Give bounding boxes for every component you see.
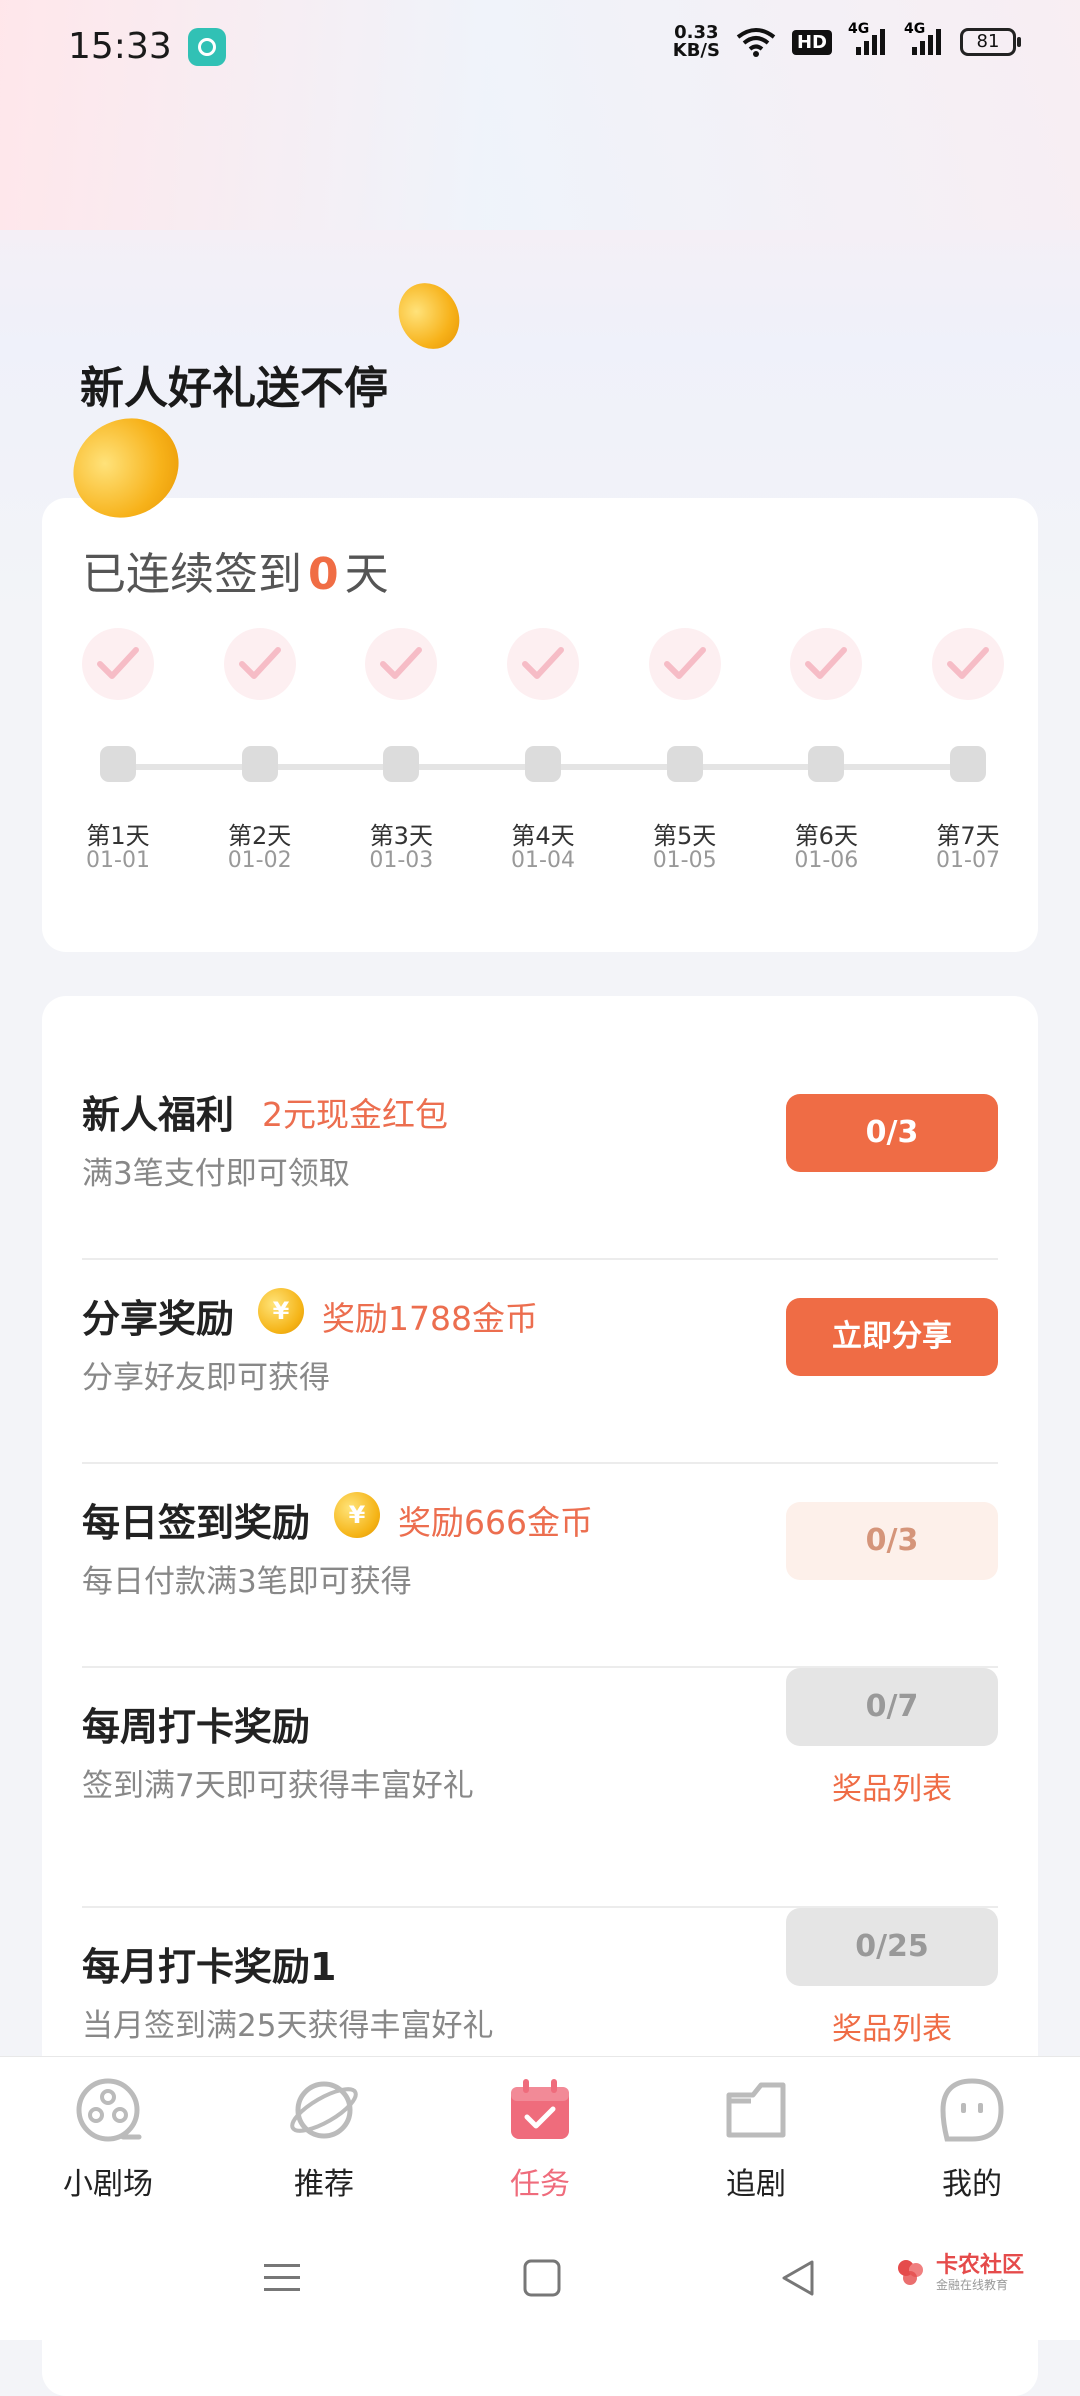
prize-list-link[interactable]: 奖品列表 — [786, 2004, 998, 2048]
task-reward: 奖励666金币 — [398, 1503, 593, 1542]
check-circle-icon — [790, 628, 863, 700]
task-action-button[interactable]: 0/25 — [786, 1908, 998, 1986]
task-title: 每月打卡奖励1 — [82, 1945, 337, 1989]
app-notification-icon — [188, 28, 226, 66]
nav-item-4[interactable]: 追剧 — [666, 2075, 846, 2203]
nav-item-5[interactable]: 我的 — [882, 2075, 1062, 2203]
progress-dot — [666, 746, 703, 782]
bottom-nav: 小剧场 推荐 任务 追剧 我的 — [0, 2056, 1080, 2227]
progress-dot — [100, 746, 136, 782]
nav-label: 追剧 — [726, 2167, 786, 2202]
sign-in-card: 已连续签到 0 天 第1天 01-01 第2天 01-02 第3天 01-03 第4天 01-04… — [42, 498, 1038, 952]
task-title: 新人福利 — [82, 1093, 235, 1137]
task-title: 每日签到奖励 — [82, 1501, 311, 1545]
day-label: 第4天 — [511, 822, 575, 850]
day-label: 第1天 — [86, 822, 150, 850]
coin-icon: ¥ — [334, 1492, 380, 1538]
day-label: 第5天 — [653, 822, 717, 850]
watermark-title: 卡农社区 — [935, 2253, 1024, 2278]
check-circle-icon — [365, 628, 438, 700]
calendar-check-icon — [505, 2075, 575, 2145]
task-row: 分享奖励 ¥ 奖励1788金币分享好友即可获得 立即分享 — [82, 1260, 998, 1464]
coin-symbol: ¥ — [348, 1501, 366, 1529]
network-speed-unit: KB/S — [672, 40, 720, 61]
back-icon[interactable] — [778, 2258, 818, 2302]
progress-dot — [808, 746, 845, 782]
sign-in-count: 0 — [308, 549, 339, 600]
task-action-button[interactable]: 立即分享 — [786, 1298, 998, 1376]
folder-icon — [721, 2075, 791, 2145]
task-reward: 2元现金红包 — [262, 1095, 448, 1134]
task-row: 每日签到奖励 ¥ 奖励666金币每日付款满3笔即可获得 0/3 — [82, 1464, 998, 1668]
task-title: 每周打卡奖励 — [82, 1705, 311, 1749]
menu-icon[interactable] — [262, 2258, 302, 2302]
film-reel-icon — [73, 2075, 143, 2145]
day-date: 01-05 — [652, 848, 717, 873]
battery-icon: 81 — [960, 28, 1021, 56]
task-description: 分享好友即可获得 — [82, 1360, 330, 1396]
day-label: 第3天 — [369, 822, 433, 850]
progress-dot — [950, 746, 986, 782]
prize-list-link[interactable]: 奖品列表 — [786, 1764, 998, 1808]
nav-item-2[interactable]: 推荐 — [234, 2075, 414, 2203]
coin-icon: ¥ — [258, 1288, 304, 1334]
status-time: 15:33 — [68, 26, 172, 67]
nav-item-1[interactable]: 小剧场 — [18, 2075, 198, 2203]
planet-icon — [289, 2075, 359, 2145]
task-action-button[interactable]: 0/7 — [786, 1668, 998, 1746]
day-label: 第2天 — [228, 822, 292, 850]
hd-badge: HD — [791, 29, 832, 55]
task-description: 当月签到满25天获得丰富好礼 — [82, 2008, 494, 2044]
signal-icon: 4G — [904, 21, 944, 57]
day-date: 01-01 — [86, 848, 150, 873]
progress-dot — [241, 746, 278, 782]
sign-in-suffix: 天 — [344, 549, 389, 600]
task-row: 新人福利 2元现金红包满3笔支付即可领取 0/3 — [82, 1056, 998, 1260]
signal-label: 4G — [904, 21, 926, 37]
day-date: 01-02 — [227, 848, 292, 873]
face-icon — [937, 2075, 1007, 2145]
nav-label: 任务 — [510, 2167, 570, 2202]
page-title: 新人好礼送不停 — [80, 363, 388, 414]
task-title: 分享奖励 — [82, 1297, 235, 1341]
check-circle-icon — [507, 628, 579, 700]
task-action-button[interactable]: 0/3 — [786, 1094, 998, 1172]
signal-icon: 4G — [848, 21, 888, 57]
day-date: 01-07 — [936, 848, 1000, 873]
progress-dot — [383, 746, 420, 782]
check-circle-icon — [932, 628, 1004, 700]
watermark-logo-icon — [894, 2256, 928, 2290]
watermark: 卡农社区 金融在线教育 — [894, 2254, 1024, 2292]
task-description: 满3笔支付即可领取 — [82, 1156, 350, 1192]
task-row: 每周打卡奖励签到满7天即可获得丰富好礼 0/7 奖品列表 — [82, 1668, 998, 1908]
task-description: 签到满7天即可获得丰富好礼 — [82, 1768, 474, 1804]
coin-symbol: ¥ — [272, 1297, 290, 1325]
task-action-button[interactable]: 0/3 — [786, 1502, 998, 1580]
nav-label: 推荐 — [294, 2167, 354, 2202]
day-date: 01-03 — [369, 848, 434, 873]
day-label: 第6天 — [794, 822, 858, 850]
day-date: 01-04 — [511, 848, 575, 873]
nav-item-3[interactable]: 任务 — [450, 2075, 630, 2203]
system-nav-bar: 卡农社区 金融在线教育 — [0, 2226, 1080, 2340]
check-circle-icon — [648, 628, 721, 700]
wifi-icon — [736, 27, 776, 57]
task-description: 每日付款满3笔即可获得 — [82, 1564, 412, 1600]
check-circle-icon — [82, 628, 154, 700]
progress-dot — [525, 746, 561, 782]
status-bar: 15:33 0.33 KB/S HD 4G 4G 81 — [0, 0, 1080, 96]
day-date: 01-06 — [794, 848, 859, 873]
task-reward: 奖励1788金币 — [322, 1299, 538, 1338]
signal-label: 4G — [848, 21, 870, 37]
home-icon[interactable] — [522, 2258, 562, 2302]
network-speed: 0.33 KB/S — [673, 24, 720, 60]
day-label: 第7天 — [936, 822, 1000, 850]
status-icons: 0.33 KB/S HD 4G 4G 81 — [673, 21, 1021, 60]
sign-in-prefix: 已连续签到 — [82, 549, 302, 600]
nav-label: 我的 — [942, 2167, 1002, 2202]
check-circle-icon — [223, 628, 296, 700]
nav-label: 小剧场 — [63, 2167, 153, 2202]
watermark-subtitle: 金融在线教育 — [935, 2278, 1008, 2292]
sign-in-summary: 已连续签到 0 天 — [82, 538, 389, 602]
